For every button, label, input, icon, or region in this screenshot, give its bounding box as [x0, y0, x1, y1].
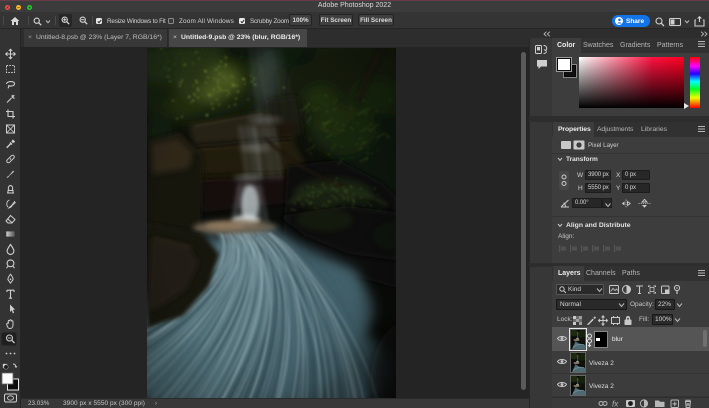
- svg-text:fx: fx: [612, 400, 619, 408]
